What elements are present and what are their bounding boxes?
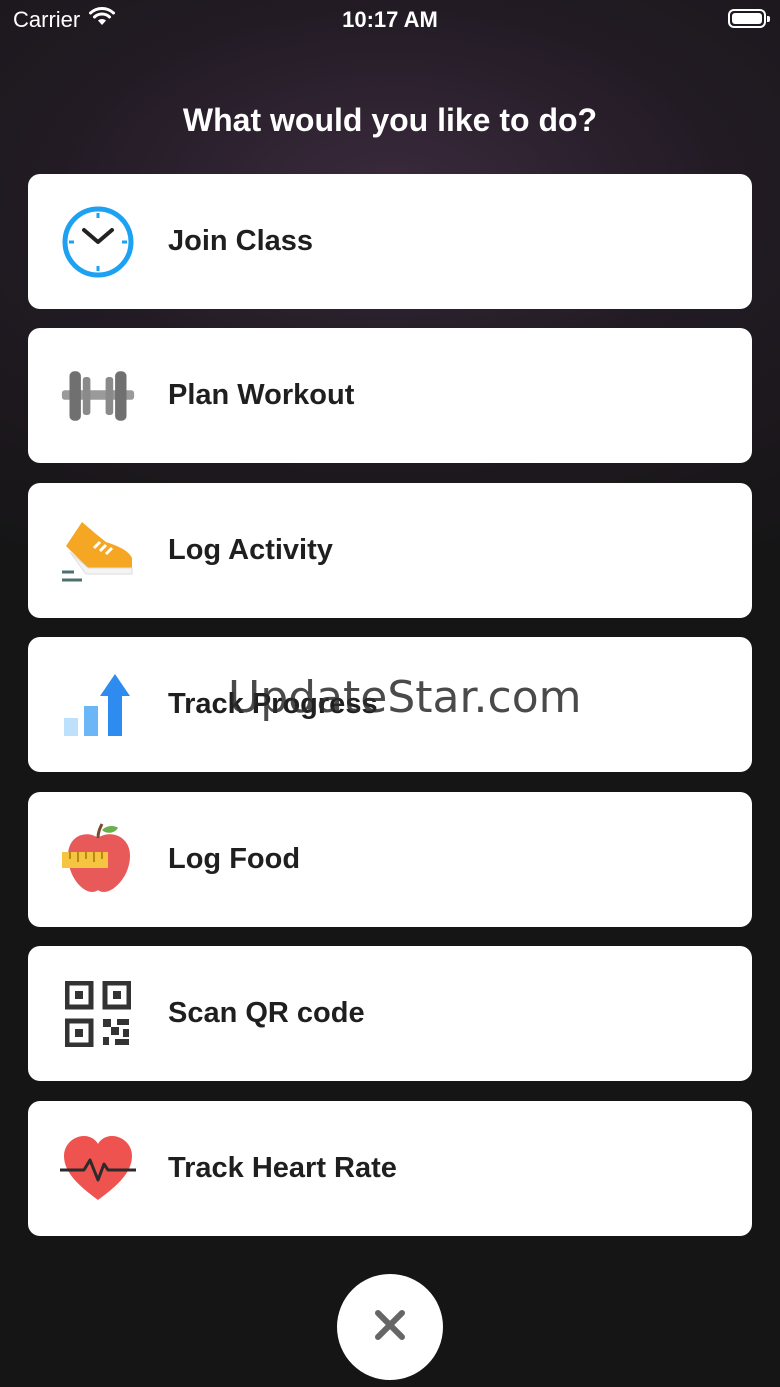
progress-chart-icon bbox=[60, 667, 136, 743]
track-heart-rate-label: Track Heart Rate bbox=[168, 1152, 397, 1184]
log-activity-label: Log Activity bbox=[168, 534, 333, 566]
log-food-label: Log Food bbox=[168, 843, 301, 875]
log-activity-button[interactable]: Log Activity bbox=[28, 483, 752, 618]
join-class-button[interactable]: Join Class bbox=[28, 174, 752, 309]
heart-rate-icon bbox=[60, 1131, 136, 1207]
log-food-button[interactable]: Log Food bbox=[28, 792, 752, 927]
plan-workout-button[interactable]: Plan Workout bbox=[28, 328, 752, 463]
clock-icon bbox=[60, 204, 136, 280]
dumbbell-icon bbox=[60, 358, 136, 434]
qr-code-icon bbox=[60, 976, 136, 1052]
close-icon bbox=[374, 1309, 406, 1346]
track-progress-button[interactable]: Track Progress bbox=[28, 637, 752, 772]
join-class-label: Join Class bbox=[168, 225, 314, 257]
status-bar: Carrier 10:17 AM bbox=[0, 0, 780, 40]
apple-icon bbox=[60, 822, 136, 898]
track-heart-rate-button[interactable]: Track Heart Rate bbox=[28, 1101, 752, 1236]
plan-workout-label: Plan Workout bbox=[168, 379, 355, 411]
battery-icon bbox=[728, 9, 770, 28]
scan-qr-label: Scan QR code bbox=[168, 997, 365, 1029]
close-button[interactable] bbox=[337, 1274, 443, 1380]
running-shoe-icon bbox=[60, 513, 136, 589]
status-time: 10:17 AM bbox=[342, 7, 438, 32]
track-progress-label: Track Progress bbox=[168, 688, 378, 720]
scan-qr-button[interactable]: Scan QR code bbox=[28, 946, 752, 1081]
page-title: What would you like to do? bbox=[182, 102, 598, 138]
